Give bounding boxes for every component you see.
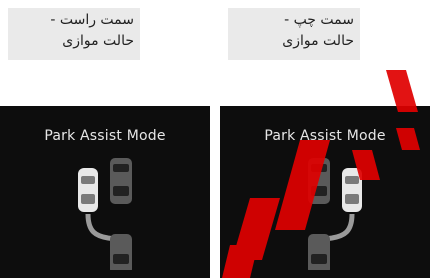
display-screen: Park Assist Mode: [0, 106, 210, 278]
panel-caption: سمت چپ - حالت موازی: [228, 8, 360, 60]
caption-line-1: سمت چپ -: [284, 12, 354, 28]
caption-line-2: حالت موازی: [282, 33, 354, 49]
panel-right-parallel: سمت راست - حالت موازی Park Assist Mode: [0, 0, 210, 278]
mode-title: Park Assist Mode: [44, 128, 166, 144]
caption-line-1: سمت راست -: [50, 12, 134, 28]
caption-line-2: حالت موازی: [62, 33, 134, 49]
display-screen: Park Assist Mode: [220, 106, 430, 278]
parking-right-parallel-icon: [70, 158, 150, 270]
panel-left-parallel: سمت چپ - حالت موازی Park Assist Mode: [220, 0, 430, 278]
mode-title: Park Assist Mode: [264, 128, 386, 144]
panel-caption: سمت راست - حالت موازی: [8, 8, 140, 60]
parking-left-parallel-icon: [290, 158, 370, 270]
